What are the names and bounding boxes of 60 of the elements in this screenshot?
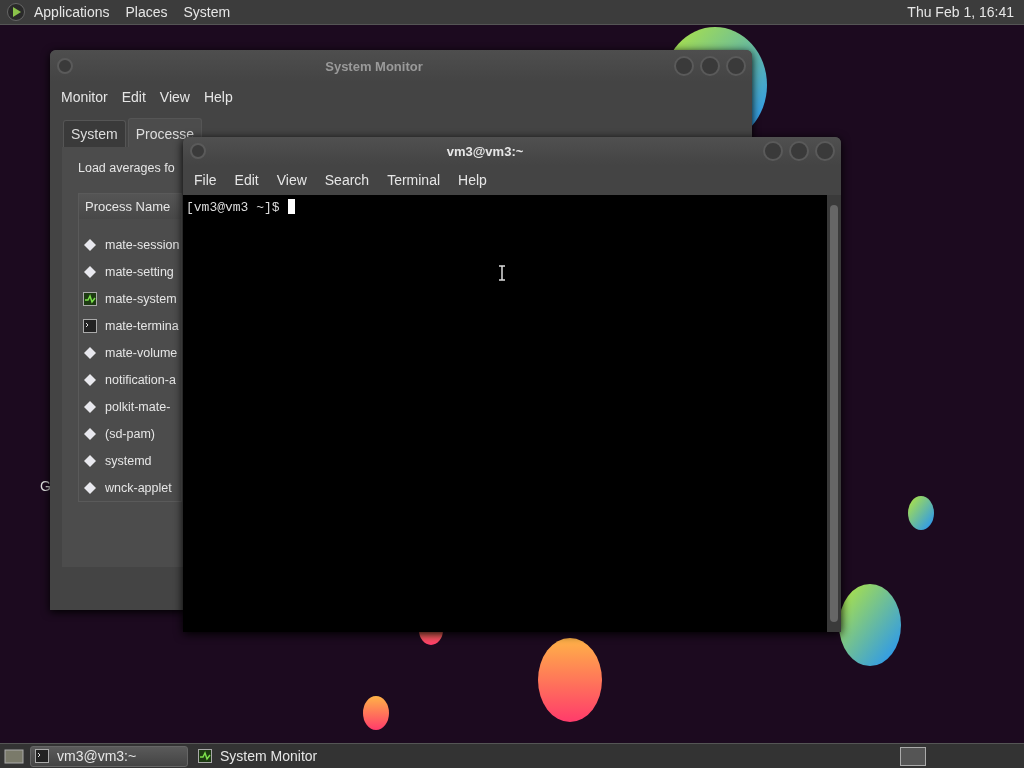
diamond-icon xyxy=(83,264,97,279)
process-name: systemd xyxy=(105,453,152,468)
process-name: mate-setting xyxy=(105,264,174,279)
window-title: System Monitor xyxy=(325,58,423,74)
load-averages-label: Load averages fo xyxy=(78,161,176,175)
menu-item[interactable]: View xyxy=(267,172,316,188)
tab[interactable]: Processe xyxy=(127,118,203,147)
minimize-button[interactable] xyxy=(674,56,694,76)
menu-item[interactable]: File xyxy=(185,172,226,188)
menu-item[interactable]: Edit xyxy=(225,172,268,188)
process-name: polkit-mate- xyxy=(105,399,171,414)
maximize-button[interactable] xyxy=(700,56,720,76)
diamond-icon xyxy=(83,237,97,252)
window-menu-icon[interactable] xyxy=(56,57,74,75)
close-button[interactable] xyxy=(726,56,746,76)
logo-icon[interactable] xyxy=(6,2,26,22)
process-name: wnck-applet xyxy=(105,480,172,495)
minimize-button[interactable] xyxy=(763,141,783,161)
diamond-icon xyxy=(83,345,97,360)
clock[interactable]: Thu Feb 1, 16:41 xyxy=(903,4,1018,20)
task-button[interactable]: System Monitor xyxy=(194,745,352,767)
menu-item[interactable]: Monitor xyxy=(54,89,115,105)
monitor-icon xyxy=(83,291,97,306)
close-button[interactable] xyxy=(815,141,835,161)
terminal-icon xyxy=(83,318,97,333)
menu-item[interactable]: Edit xyxy=(114,89,153,105)
menu-item[interactable]: Help xyxy=(196,89,240,105)
workspace-switcher[interactable] xyxy=(900,746,926,766)
menu-item[interactable]: Help xyxy=(449,172,496,188)
panel-menu[interactable]: System xyxy=(175,4,239,20)
menu-item[interactable]: Search xyxy=(315,172,379,188)
process-name: mate-volume xyxy=(105,345,178,360)
process-name: mate-system xyxy=(105,291,177,306)
process-name: mate-session xyxy=(105,237,180,252)
maximize-button[interactable] xyxy=(789,141,809,161)
diamond-icon xyxy=(83,453,97,468)
panel-menu[interactable]: Places xyxy=(117,4,176,20)
task-button[interactable]: vm3@vm3:~ xyxy=(30,745,188,767)
menu-item[interactable]: View xyxy=(152,89,197,105)
shell-prompt: [vm3@vm3 ~]$ xyxy=(186,200,280,215)
scrollbar[interactable] xyxy=(827,195,841,632)
diamond-icon xyxy=(83,399,97,414)
diamond-icon xyxy=(83,372,97,387)
window-menu-icon[interactable] xyxy=(189,142,207,160)
terminal-icon xyxy=(35,749,49,763)
column-header[interactable]: Process Name xyxy=(79,194,181,219)
process-name: (sd-pam) xyxy=(105,426,155,441)
panel-menu[interactable]: Applications xyxy=(26,4,118,20)
show-desktop-icon[interactable] xyxy=(4,747,24,765)
tab[interactable]: System xyxy=(63,120,126,147)
menu-item[interactable]: Terminal xyxy=(378,172,450,188)
monitor-icon xyxy=(198,749,212,763)
diamond-icon xyxy=(83,480,97,495)
process-name: mate-termina xyxy=(105,318,179,333)
desktop-icon-label[interactable]: G xyxy=(40,478,51,494)
i-beam-pointer-icon xyxy=(498,265,506,281)
process-name: notification-a xyxy=(105,372,176,387)
diamond-icon xyxy=(83,426,97,441)
text-cursor xyxy=(287,199,295,214)
window-title: vm3@vm3:~ xyxy=(446,143,524,159)
